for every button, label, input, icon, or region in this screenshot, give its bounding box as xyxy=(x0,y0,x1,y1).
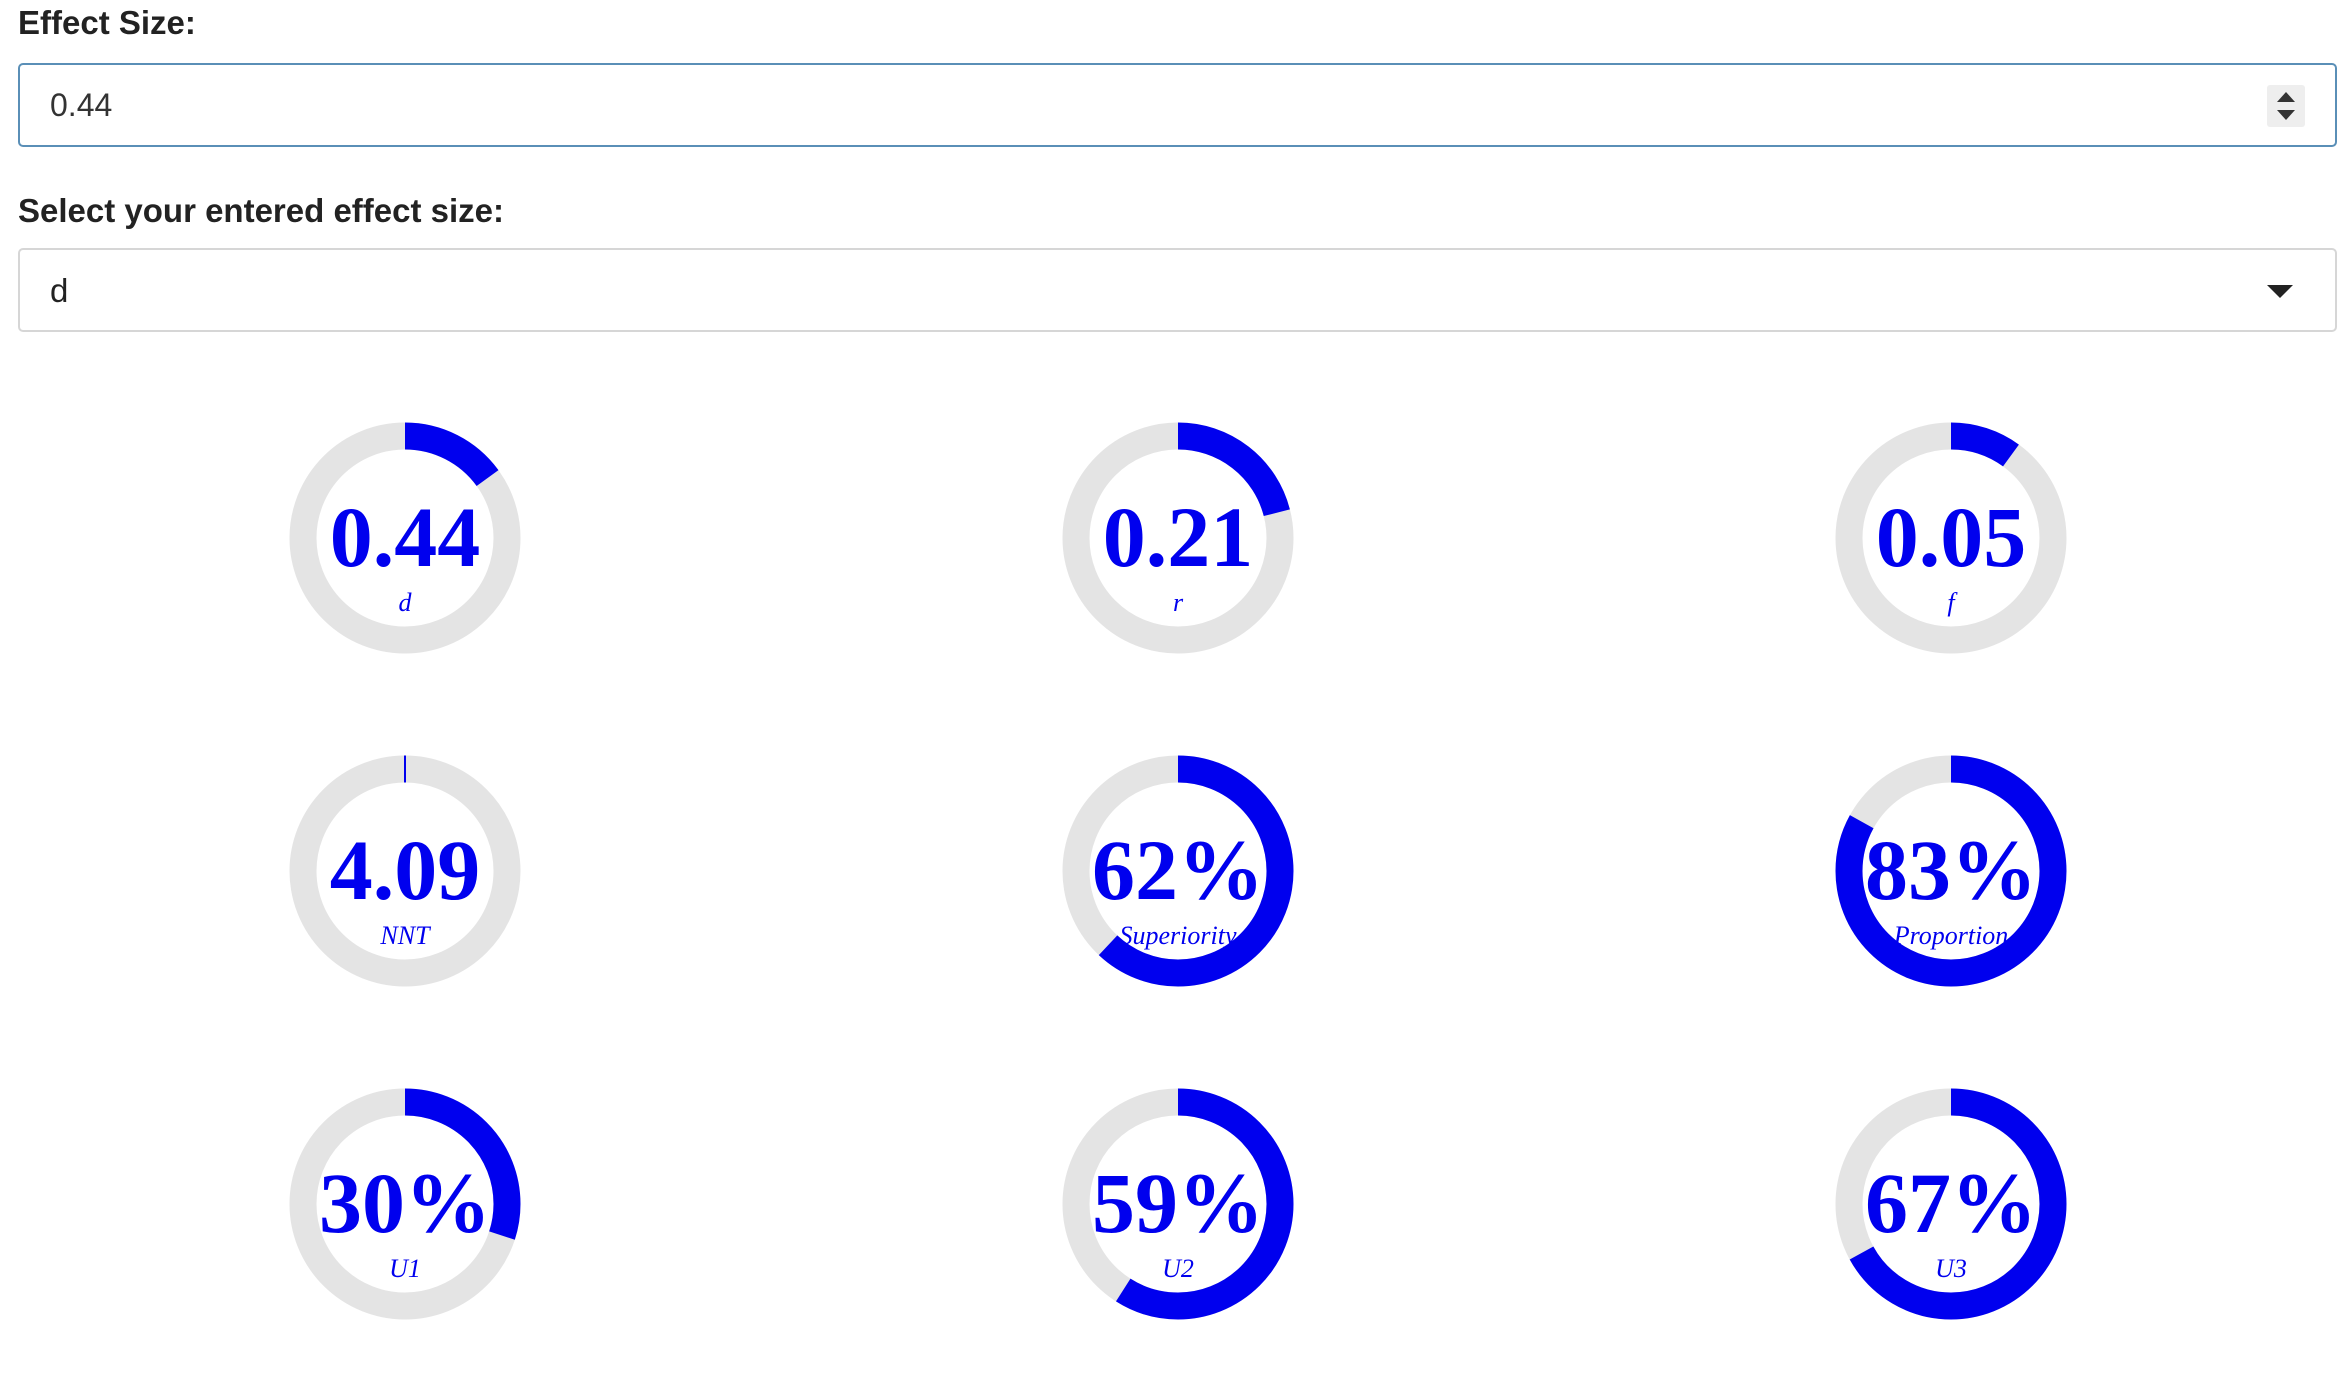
gauge-u3: 67%U3 xyxy=(1835,1088,2067,1320)
gauge-d: 0.44 d xyxy=(289,422,521,654)
gauge-value: 4.09 xyxy=(330,822,481,918)
gauge-arc xyxy=(1062,422,1294,654)
gauge-track xyxy=(1835,1088,2067,1320)
gauge-label: r xyxy=(1173,588,1184,617)
gauge-track xyxy=(1062,755,1294,987)
effect-size-input[interactable]: 0.44 xyxy=(18,63,2337,147)
gauge-arc xyxy=(289,1088,521,1320)
gauge-label: f xyxy=(1947,588,1958,617)
gauge-track xyxy=(289,422,521,654)
gauge-value: 30% xyxy=(319,1155,491,1251)
gauge-superiority: 62% Superiority xyxy=(1062,755,1294,987)
gauge-arc xyxy=(1835,1088,2067,1320)
effect-type-select[interactable]: d xyxy=(18,248,2337,332)
gauge-label: U3 xyxy=(1935,1254,1967,1283)
gauge-value: 0.21 xyxy=(1103,489,1254,585)
gauge-label: U2 xyxy=(1162,1254,1194,1283)
gauge-track xyxy=(289,1088,521,1320)
effect-size-label: Effect Size: xyxy=(18,4,196,41)
gauge-value: 67% xyxy=(1865,1155,2037,1251)
gauge-value: 0.44 xyxy=(330,489,481,585)
gauge-value: 83% xyxy=(1865,822,2037,918)
chevron-down-icon[interactable] xyxy=(2267,285,2293,298)
effect-type-label: Select your entered effect size: xyxy=(18,192,505,229)
gauge-f: 0.05 f xyxy=(1835,422,2067,654)
gauge-arc xyxy=(1062,1088,1294,1320)
gauge-value: 59% xyxy=(1092,1155,1264,1251)
gauge-nnt: 4.09 NNT xyxy=(289,755,521,987)
spinner-down-icon[interactable] xyxy=(2277,110,2295,120)
gauge-u2: 59%U2 xyxy=(1062,1088,1294,1320)
gauge-label: Proportion xyxy=(1893,921,2009,950)
gauge-arc xyxy=(1062,755,1294,987)
effect-size-value: 0.44 xyxy=(50,87,113,123)
gauge-track xyxy=(1835,755,2067,987)
gauge-proportion: 83% Proportion xyxy=(1835,755,2067,987)
gauge-u1: 30%U1 xyxy=(289,1088,521,1320)
gauge-label: NNT xyxy=(379,921,431,950)
gauge-value: 0.05 xyxy=(1876,489,2027,585)
gauge-label: U1 xyxy=(389,1254,421,1283)
gauge-track xyxy=(1062,422,1294,654)
gauge-arc xyxy=(1835,755,2067,987)
gauge-label: d xyxy=(399,588,413,617)
gauge-r: 0.21 r xyxy=(1062,422,1294,654)
spinner-up-icon[interactable] xyxy=(2277,92,2295,102)
gauge-track xyxy=(1835,422,2067,654)
gauge-arc xyxy=(1835,422,2067,654)
gauge-arc xyxy=(289,422,521,654)
gauge-track xyxy=(289,755,521,987)
effect-type-selected: d xyxy=(50,272,69,309)
gauge-label: Superiority xyxy=(1120,921,1237,950)
gauge-value: 62% xyxy=(1092,822,1264,918)
gauge-track xyxy=(1062,1088,1294,1320)
number-spinner[interactable] xyxy=(2267,85,2305,127)
